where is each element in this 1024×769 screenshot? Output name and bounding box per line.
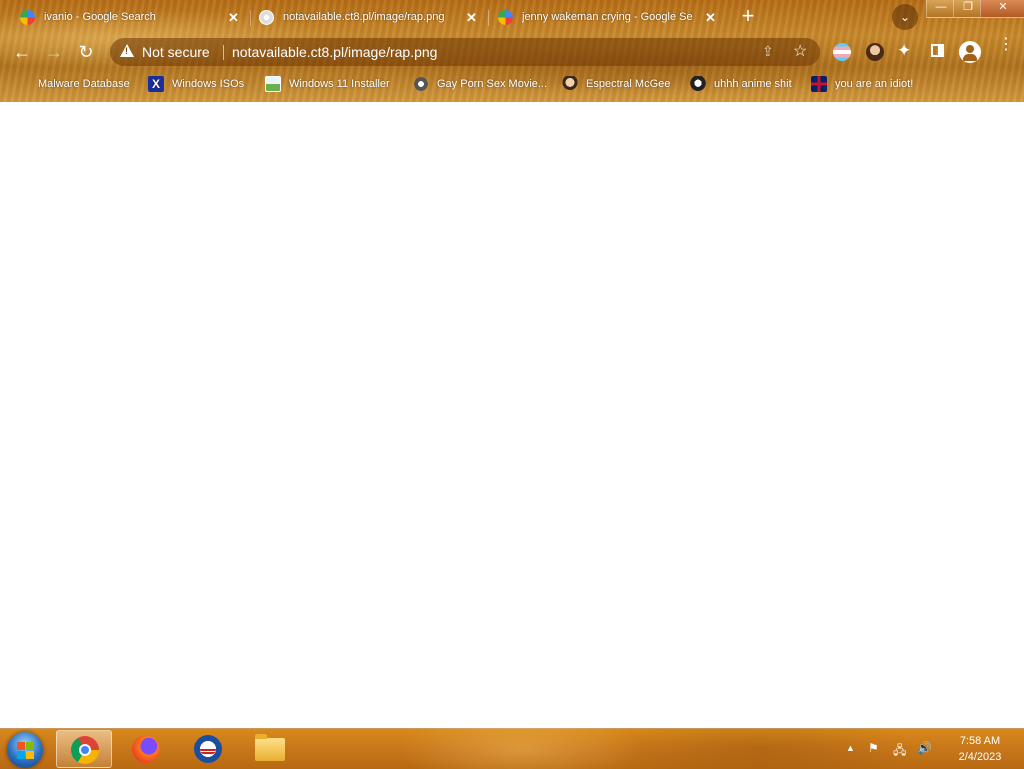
- bookmark-label: Windows ISOs: [172, 78, 245, 90]
- bookmarks-bar: Malware Database X Windows ISOs Windows …: [0, 70, 1024, 100]
- avatar-extension-icon[interactable]: [866, 43, 884, 61]
- bookmark-star-icon[interactable]: ☆: [793, 41, 807, 61]
- tab-title: jenny wakeman crying - Google Se: [522, 11, 693, 23]
- folder-icon: [14, 76, 30, 92]
- side-panel-icon[interactable]: [931, 44, 944, 57]
- firefox-icon: [132, 735, 160, 763]
- system-clock[interactable]: 7:58 AM 2/4/2023: [940, 733, 1020, 765]
- tab-strip: ivanio - Google Search ✕ notavailable.ct…: [0, 0, 1024, 34]
- profile-avatar-icon[interactable]: [959, 41, 981, 63]
- anime-icon: [690, 76, 706, 92]
- clock-date: 2/4/2023: [958, 751, 1002, 763]
- trans-flag-extension-icon[interactable]: [833, 43, 851, 61]
- google-favicon-icon: [20, 9, 35, 25]
- gear-icon: [413, 76, 429, 92]
- network-icon[interactable]: 🖧: [893, 741, 906, 762]
- close-tab-icon[interactable]: ✕: [228, 11, 239, 24]
- bookmark-windows-isos[interactable]: X Windows ISOs: [148, 76, 244, 92]
- security-label[interactable]: Not secure: [142, 44, 210, 60]
- address-bar[interactable]: Not secure notavailable.ct8.pl/image/rap…: [110, 38, 820, 66]
- bookmark-label: you are an idiot!: [835, 78, 914, 90]
- bookmark-label: uhhh anime shit: [714, 78, 792, 90]
- google-favicon-icon: [498, 9, 513, 25]
- windows-logo-icon: [26, 751, 34, 759]
- browser-toolbar: ← → ↻ Not secure notavailable.ct8.pl/ima…: [0, 34, 1024, 70]
- bookmark-label: Malware Database: [38, 78, 130, 90]
- bookmark-espectral-mcgee[interactable]: Espectral McGee: [562, 76, 670, 92]
- new-tab-button[interactable]: +: [736, 5, 760, 29]
- show-hidden-icons-arrow-icon[interactable]: ▲: [846, 743, 855, 753]
- windows-logo-icon: [17, 742, 25, 750]
- warning-icon[interactable]: [120, 44, 134, 57]
- close-window-button[interactable]: ✕: [980, 0, 1024, 18]
- x-icon: X: [148, 76, 164, 92]
- bookmark-label: Espectral McGee: [586, 78, 671, 90]
- action-center-flag-icon[interactable]: ⚑: [868, 741, 879, 755]
- tab-jenny-search[interactable]: jenny wakeman crying - Google Se ✕: [498, 4, 723, 30]
- bookmark-malware-database[interactable]: Malware Database: [14, 76, 130, 92]
- bookmark-label: Windows 11 Installer: [289, 78, 390, 90]
- tab-divider: [250, 10, 251, 26]
- tab-divider: [488, 10, 489, 26]
- character-icon: [562, 76, 578, 92]
- windows-logo-icon: [26, 742, 34, 750]
- minimize-button[interactable]: —: [926, 0, 956, 18]
- tab-rap-image[interactable]: notavailable.ct8.pl/image/rap.png ✕: [259, 4, 484, 30]
- bookmark-you-are-an-idiot[interactable]: you are an idiot!: [811, 76, 913, 92]
- tab-search-button[interactable]: ⌄: [892, 4, 918, 30]
- url-text[interactable]: notavailable.ct8.pl/image/rap.png: [232, 44, 437, 60]
- image-icon: [265, 76, 281, 92]
- omnibox-divider: [223, 45, 224, 60]
- bookmark-movie[interactable]: Gay Porn Sex Movie...: [413, 76, 547, 92]
- close-tab-icon[interactable]: ✕: [705, 11, 716, 24]
- forward-arrow-icon[interactable]: →: [42, 40, 66, 64]
- bookmark-anime[interactable]: uhhh anime shit: [690, 76, 792, 92]
- opera-icon: [194, 735, 222, 763]
- tab-title: ivanio - Google Search: [44, 11, 156, 23]
- restore-button[interactable]: ❐: [953, 0, 983, 18]
- back-arrow-icon[interactable]: ←: [10, 40, 34, 64]
- share-icon[interactable]: ⇪: [762, 43, 774, 60]
- tab-title: notavailable.ct8.pl/image/rap.png: [283, 11, 445, 23]
- close-tab-icon[interactable]: ✕: [466, 11, 477, 24]
- folder-icon: [255, 734, 285, 761]
- taskbar-file-explorer[interactable]: [242, 730, 298, 768]
- taskbar-opera[interactable]: [180, 730, 236, 768]
- taskbar: ▲ ⚑ 🖧 🔊 7:58 AM 2/4/2023: [0, 728, 1024, 769]
- reload-icon[interactable]: ↻: [74, 40, 98, 64]
- chrome-icon: [71, 736, 99, 764]
- bookmark-windows-11-installer[interactable]: Windows 11 Installer: [265, 76, 390, 92]
- clock-time: 7:58 AM: [959, 735, 1001, 747]
- tab-ivanio-search[interactable]: ivanio - Google Search ✕: [20, 4, 245, 30]
- globe-favicon-icon: [259, 9, 274, 25]
- volume-icon[interactable]: 🔊: [917, 741, 932, 755]
- kebab-menu-icon[interactable]: ⋮: [998, 37, 1014, 53]
- taskbar-firefox[interactable]: [118, 730, 174, 768]
- start-button[interactable]: [7, 732, 43, 768]
- extensions-puzzle-icon[interactable]: ✦: [897, 41, 911, 61]
- page-content: [0, 102, 1024, 728]
- flag-icon: [811, 76, 827, 92]
- taskbar-chrome[interactable]: [56, 730, 112, 768]
- windows-logo-icon: [17, 751, 25, 759]
- bookmark-label: Gay Porn Sex Movie...: [437, 78, 548, 90]
- browser-frame: ivanio - Google Search ✕ notavailable.ct…: [0, 0, 1024, 102]
